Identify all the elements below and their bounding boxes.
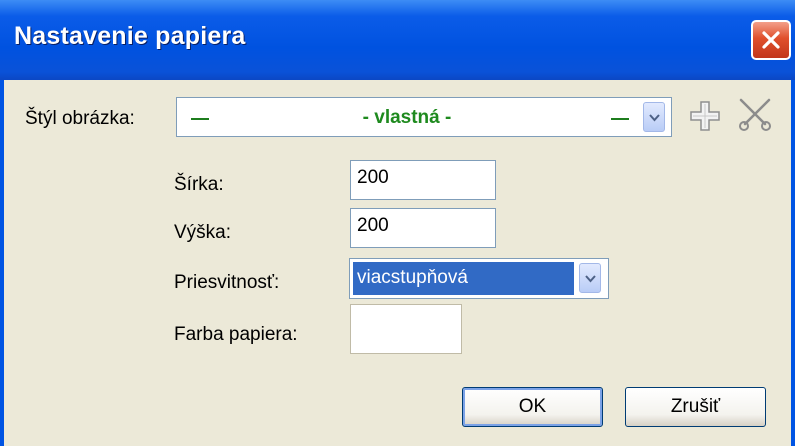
transparency-value: viacstupňová (353, 262, 574, 295)
paper-settings-dialog: Nastavenie papiera Štýl obrázka: - vlast… (0, 0, 795, 446)
style-dash-left (191, 118, 209, 120)
ok-button[interactable]: OK (462, 387, 603, 427)
transparency-combobox[interactable]: viacstupňová (349, 258, 609, 299)
transparency-dropdown-button[interactable] (579, 263, 601, 293)
paper-color-swatch[interactable] (350, 304, 462, 354)
style-dash-right (611, 118, 629, 120)
cancel-button[interactable]: Zrušiť (625, 387, 766, 427)
chevron-down-icon (649, 114, 660, 122)
transparency-label: Priesvitnosť: (174, 272, 280, 293)
paper-color-label: Farba papiera: (174, 324, 298, 345)
height-label: Výška: (174, 222, 232, 243)
width-label: Šírka: (174, 174, 224, 195)
style-dropdown-button[interactable] (643, 102, 665, 132)
style-combobox[interactable]: - vlastná - (176, 97, 672, 137)
close-button[interactable] (751, 20, 791, 60)
width-input[interactable]: 200 (350, 160, 496, 200)
style-label: Štýl obrázka: (25, 108, 135, 129)
dialog-body: Štýl obrázka: - vlastná - Šírka: 200 Výš… (4, 80, 791, 446)
title-bar[interactable]: Nastavenie papiera (0, 0, 795, 80)
close-icon (762, 31, 780, 49)
height-input[interactable]: 200 (350, 208, 496, 248)
chevron-down-icon (585, 275, 596, 283)
window-title: Nastavenie papiera (14, 22, 246, 50)
delete-style-icon[interactable] (735, 94, 775, 134)
style-value: - vlastná - (362, 107, 452, 128)
add-style-icon[interactable] (687, 98, 723, 134)
